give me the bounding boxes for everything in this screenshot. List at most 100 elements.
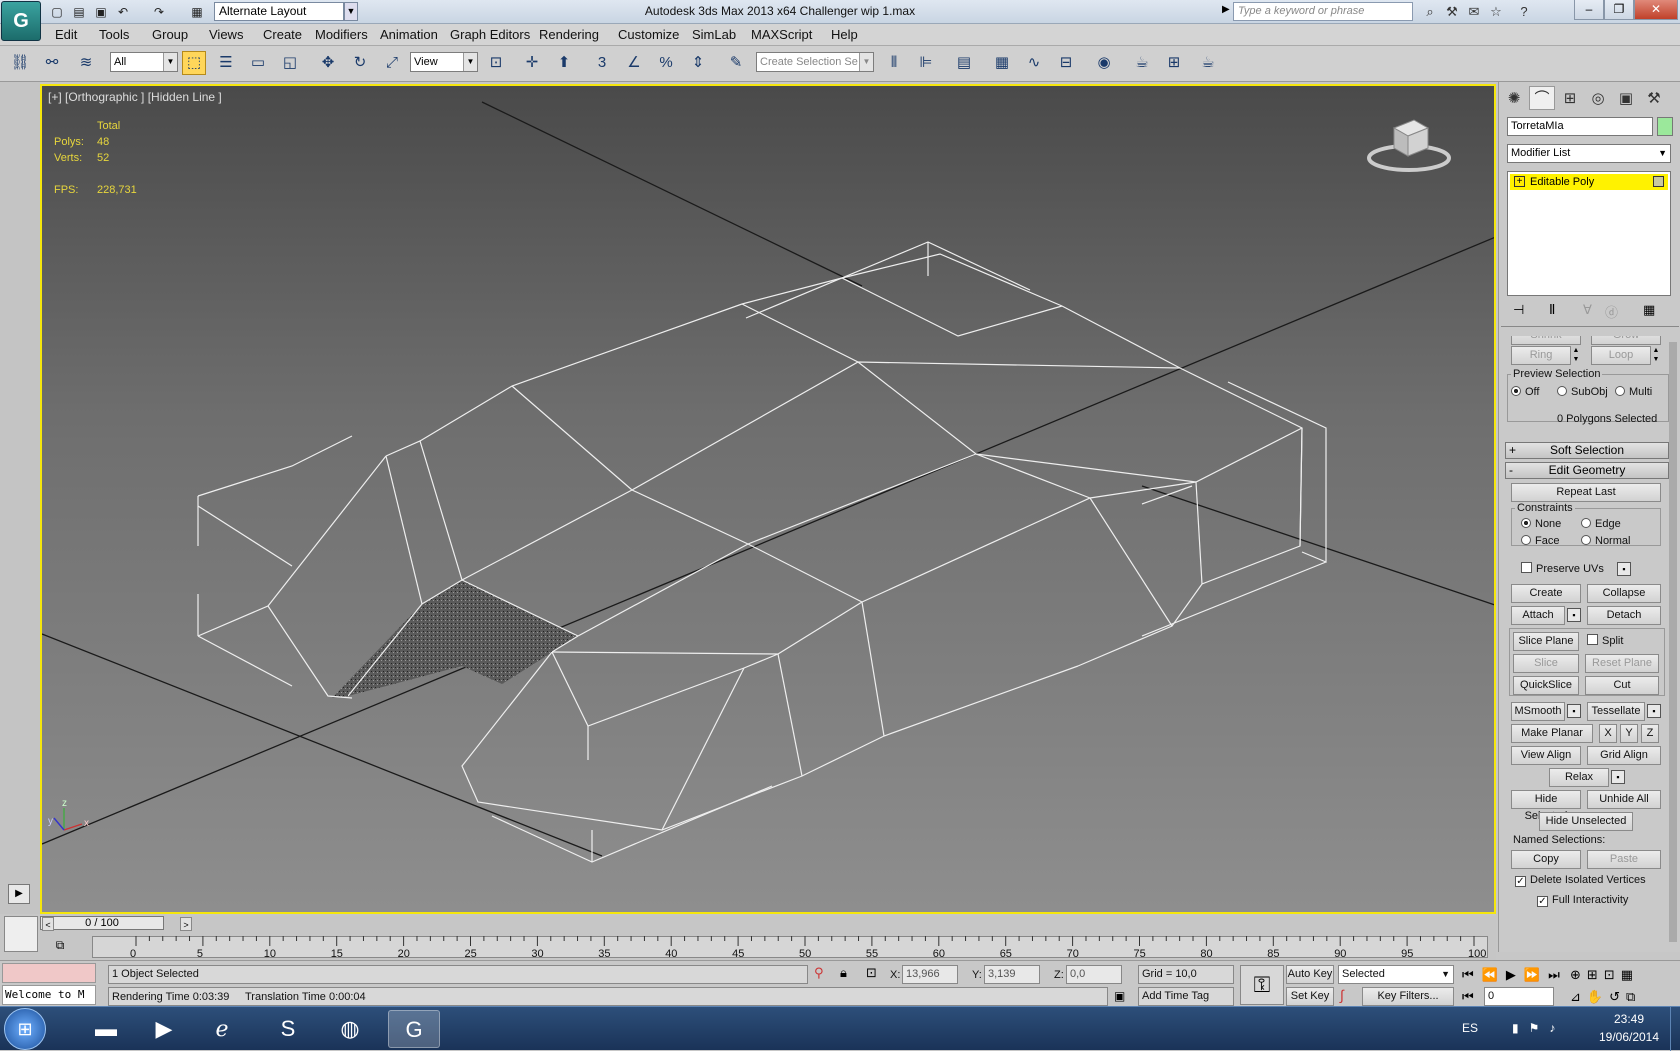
modify-tab-icon[interactable]: ⌒ (1529, 86, 1555, 110)
soft-selection-rollout[interactable]: + Soft Selection (1505, 442, 1669, 459)
save-icon[interactable]: ▣ (92, 3, 110, 21)
previous-frame-icon[interactable]: ⏪ (1482, 967, 1506, 982)
project-folder-icon[interactable]: ▦ (188, 3, 206, 21)
skype-icon[interactable]: S (262, 1010, 314, 1048)
render-setup-icon[interactable]: ☕ (1130, 51, 1154, 75)
hide-unselected-button[interactable]: Hide Unselected (1539, 812, 1633, 831)
command-panel-scrollbar[interactable] (1669, 342, 1677, 942)
edit-geometry-rollout[interactable]: - Edit Geometry (1505, 462, 1669, 479)
undo-icon[interactable]: ↶ (114, 3, 132, 21)
play-icon[interactable]: ▶ (1506, 967, 1524, 982)
constraint-edge-radio[interactable]: Edge (1581, 518, 1621, 530)
pan-hand-icon[interactable]: ✋ (1587, 989, 1609, 1004)
menu-customize[interactable]: Customize (618, 27, 679, 42)
workspace-layout-select[interactable]: Alternate Layout (214, 2, 344, 21)
menu-views[interactable]: Views (209, 27, 243, 42)
pivot-center-icon[interactable]: ⊡ (484, 51, 508, 75)
menu-help[interactable]: Help (831, 27, 858, 42)
selection-lock-icon[interactable]: 🔒︎ (840, 965, 847, 981)
snaps-toggle-icon[interactable]: 3 (590, 51, 614, 75)
auto-key-button[interactable]: Auto Key (1286, 965, 1334, 984)
set-key-button[interactable]: Set Key (1286, 987, 1334, 1006)
wireframe-model[interactable]: z x y (42, 86, 1496, 914)
key-filter-curve-icon[interactable]: ∫ (1340, 987, 1344, 1003)
layer-manager-icon[interactable]: ▤ (952, 51, 976, 75)
binoculars-icon[interactable]: ⌕ (1420, 3, 1440, 21)
constraint-face-radio[interactable]: Face (1521, 535, 1559, 547)
system-tray[interactable]: ▮⚑♪ (1512, 1021, 1565, 1035)
angle-snap-icon[interactable]: ∠ (622, 51, 646, 75)
modifier-toggle-icon[interactable] (1653, 176, 1664, 187)
full-interactivity-checkbox[interactable]: ✓ Full Interactivity (1537, 894, 1628, 907)
select-and-scale-icon[interactable]: ⤢ (380, 51, 404, 75)
clock-date[interactable]: 19/06/2014 (1594, 1030, 1664, 1044)
expand-plus-icon[interactable]: + (1514, 176, 1525, 187)
select-and-move-icon[interactable]: ✥ (316, 51, 340, 75)
schematic-view-icon[interactable]: ⊟ (1054, 51, 1078, 75)
loop-spinner-icon[interactable]: ▲ ▼ (1651, 346, 1661, 365)
bind-space-warp-icon[interactable]: ≋ (74, 51, 98, 75)
preserve-uvs-checkbox[interactable]: Preserve UVs (1521, 562, 1604, 575)
file-explorer-icon[interactable]: ▬ (80, 1010, 132, 1048)
hide-selected-button[interactable]: Hide Selected (1511, 790, 1581, 822)
go-to-end-icon[interactable]: ⏭ (1548, 967, 1568, 982)
reset-plane-button[interactable]: Reset Plane (1585, 654, 1659, 673)
grow-button[interactable]: Grow (1591, 336, 1661, 345)
menu-group[interactable]: Group (152, 27, 188, 42)
trackbar-toggle-icon[interactable]: ⧉ (48, 938, 72, 958)
time-slider[interactable]: 0 / 100 (40, 916, 164, 930)
time-next-arrow-icon[interactable]: > (180, 917, 192, 931)
show-desktop-button[interactable] (1670, 1007, 1680, 1051)
window-crossing-icon[interactable]: ◱ (278, 51, 302, 75)
attach-list-icon[interactable]: ▪ (1567, 608, 1581, 622)
current-frame-field[interactable]: 0 (1484, 987, 1554, 1006)
search-input[interactable]: Type a keyword or phrase (1233, 2, 1413, 21)
make-planar-button[interactable]: Make Planar (1511, 724, 1593, 743)
keyboard-shortcut-icon[interactable]: ⬆ (552, 51, 576, 75)
modifier-stack[interactable]: + Editable Poly (1507, 171, 1671, 296)
loop-button[interactable]: Loop (1591, 346, 1651, 365)
maxscript-listener-pink[interactable] (2, 963, 96, 983)
x-coord-field[interactable]: 13,966 (902, 965, 958, 984)
constraint-normal-radio[interactable]: Normal (1581, 535, 1630, 547)
add-time-tag-button[interactable]: Add Time Tag (1138, 987, 1234, 1006)
playback-controls[interactable]: ⏮⏪▶⏩⏭ (1462, 967, 1568, 983)
viewport-navigation-2[interactable]: ⊿✋↺⧉ (1570, 989, 1641, 1005)
utilities-tab-icon[interactable]: ⚒ (1641, 86, 1667, 110)
attach-button[interactable]: Attach (1511, 606, 1565, 625)
tray-flag-icon[interactable]: ⚑ (1529, 1021, 1550, 1035)
select-by-name-icon[interactable]: ☰ (214, 51, 238, 75)
app-logo-icon[interactable]: G (1, 1, 41, 41)
cut-button[interactable]: Cut (1585, 676, 1659, 695)
key-mode-toggle-icon[interactable]: ⏮ (1462, 989, 1474, 1005)
create-tab-icon[interactable]: ✺ (1501, 86, 1527, 110)
ring-spinner-icon[interactable]: ▲ ▼ (1571, 346, 1581, 365)
edit-named-selection-icon[interactable]: ✎ (724, 51, 748, 75)
browser-icon[interactable]: ◍ (324, 1010, 376, 1048)
graphite-ribbon-icon[interactable]: ▦ (990, 51, 1014, 75)
percent-snap-icon[interactable]: % (654, 51, 678, 75)
tessellate-button[interactable]: Tessellate (1587, 702, 1645, 721)
set-key-icon[interactable]: ⚿ (1240, 965, 1284, 1005)
go-to-start-icon[interactable]: ⏮ (1462, 967, 1482, 982)
play-arrow-icon[interactable]: ▶ (8, 884, 30, 904)
menu-graph-editors[interactable]: Graph Editors (450, 27, 530, 42)
help-icon[interactable]: ? (1514, 3, 1534, 21)
view-align-button[interactable]: View Align (1511, 746, 1581, 765)
quickslice-button[interactable]: QuickSlice (1513, 676, 1579, 695)
viewport-navigation[interactable]: ⊕⊞⊡▦ (1570, 967, 1639, 983)
y-coord-field[interactable]: 3,139 (984, 965, 1040, 984)
select-and-link-icon[interactable]: ⛓ (8, 51, 32, 75)
object-color-swatch[interactable] (1657, 117, 1673, 136)
curve-editor-icon[interactable]: ∿ (1022, 51, 1046, 75)
unlink-icon[interactable]: ⚯ (40, 51, 64, 75)
redo-icon[interactable]: ↷ (150, 3, 168, 21)
key-filters-button[interactable]: Key Filters... (1362, 987, 1454, 1006)
z-coord-field[interactable]: 0,0 (1066, 965, 1122, 984)
menu-maxscript[interactable]: MAXScript (751, 27, 812, 42)
relax-settings-icon[interactable]: ▪ (1611, 770, 1625, 784)
split-checkbox[interactable]: Split (1587, 634, 1623, 647)
menu-rendering[interactable]: Rendering (539, 27, 599, 42)
relax-button[interactable]: Relax (1549, 768, 1609, 787)
tray-network-icon[interactable]: ▮ (1512, 1021, 1529, 1035)
